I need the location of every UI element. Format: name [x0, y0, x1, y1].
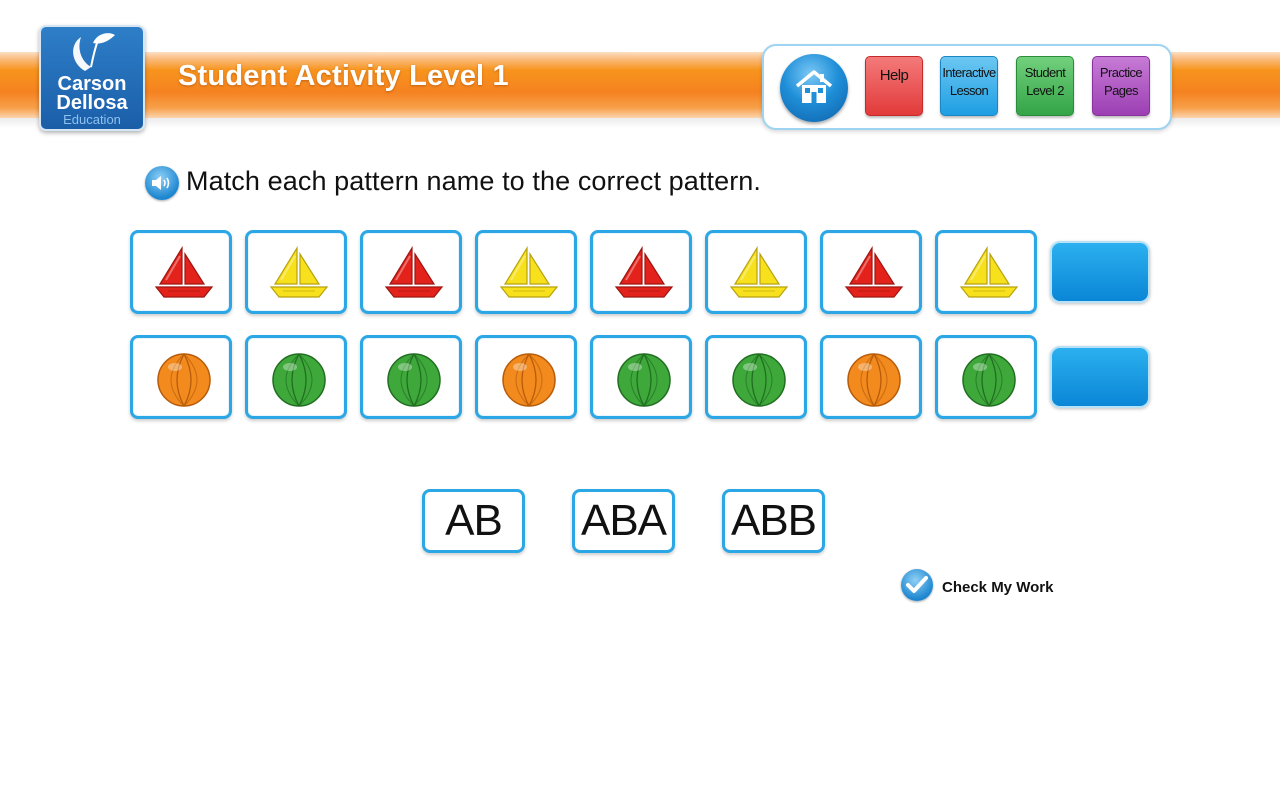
apple-leaf-icon — [73, 33, 115, 71]
yellow-sailboat-icon — [269, 245, 329, 298]
orange-ball-icon — [157, 353, 211, 407]
home-button[interactable] — [780, 54, 848, 122]
red-sailboat-icon — [384, 245, 444, 298]
student-level-2-button[interactable]: Student Level 2 — [1016, 56, 1074, 116]
pattern-tile — [820, 230, 922, 314]
pattern-tile — [475, 335, 577, 419]
answer-drop-zone-1[interactable] — [1050, 241, 1150, 303]
nav-panel: Help Interactive Lesson Student Level 2 … — [762, 44, 1172, 130]
pattern-tile — [245, 230, 347, 314]
carson-dellosa-logo: Carson Dellosa Education — [39, 25, 145, 131]
audio-button[interactable] — [145, 166, 179, 200]
green-ball-icon — [732, 353, 786, 407]
choice-abb[interactable]: ABB — [722, 489, 825, 553]
pattern-tile — [130, 335, 232, 419]
pattern-tile — [475, 230, 577, 314]
green-ball-icon — [387, 353, 441, 407]
help-label: Help — [879, 67, 909, 84]
level2-label-line2: Level 2 — [1026, 83, 1064, 98]
yellow-sailboat-icon — [499, 245, 559, 298]
practice-pages-button[interactable]: Practice Pages — [1092, 56, 1150, 116]
pattern-tile — [935, 335, 1037, 419]
choice-ab[interactable]: AB — [422, 489, 525, 553]
interactive-lesson-label: Interactive Lesson — [942, 64, 996, 100]
instruction-text: Match each pattern name to the correct p… — [186, 166, 762, 196]
green-ball-icon — [962, 353, 1016, 407]
level2-label-line1: Student — [1024, 65, 1066, 80]
logo-line-2: Dellosa — [56, 92, 128, 114]
lesson-label-line1: Interactive — [942, 65, 996, 80]
green-ball-icon — [617, 353, 671, 407]
practice-label-line2: Pages — [1104, 83, 1138, 98]
pattern-tile — [360, 230, 462, 314]
orange-ball-icon — [502, 353, 556, 407]
pattern-tile — [130, 230, 232, 314]
pattern-tile — [820, 335, 922, 419]
logo-line-3: Education — [63, 112, 121, 127]
pattern-tile — [705, 335, 807, 419]
pattern-tile — [590, 230, 692, 314]
interactive-lesson-button[interactable]: Interactive Lesson — [940, 56, 998, 116]
house-icon — [795, 70, 833, 103]
lesson-label-line2: Lesson — [949, 83, 989, 98]
practice-label-line1: Practice — [1099, 65, 1143, 80]
green-ball-icon — [272, 353, 326, 407]
orange-ball-icon — [847, 353, 901, 407]
speaker-icon — [152, 176, 170, 190]
pattern-tile — [360, 335, 462, 419]
red-sailboat-icon — [154, 245, 214, 298]
logo-line-1: Carson — [57, 73, 127, 95]
red-sailboat-icon — [614, 245, 674, 298]
pattern-tile — [590, 335, 692, 419]
check-my-work-button[interactable] — [901, 569, 933, 601]
pattern-tile — [935, 230, 1037, 314]
student-level-2-label: Student Level 2 — [1025, 64, 1066, 100]
answer-drop-zone-2[interactable] — [1050, 346, 1150, 408]
practice-pages-label: Practice Pages — [1099, 64, 1143, 100]
check-my-work-label[interactable]: Check My Work — [942, 579, 1053, 596]
yellow-sailboat-icon — [959, 245, 1019, 298]
activity-page: Carson Dellosa Education Student Activit… — [0, 0, 1280, 800]
pattern-tile — [245, 335, 347, 419]
choice-aba[interactable]: ABA — [572, 489, 675, 553]
checkmark-icon — [906, 576, 928, 593]
page-title: Student Activity Level 1 — [178, 60, 509, 92]
help-button[interactable]: Help — [865, 56, 923, 116]
yellow-sailboat-icon — [729, 245, 789, 298]
red-sailboat-icon — [844, 245, 904, 298]
pattern-tile — [705, 230, 807, 314]
